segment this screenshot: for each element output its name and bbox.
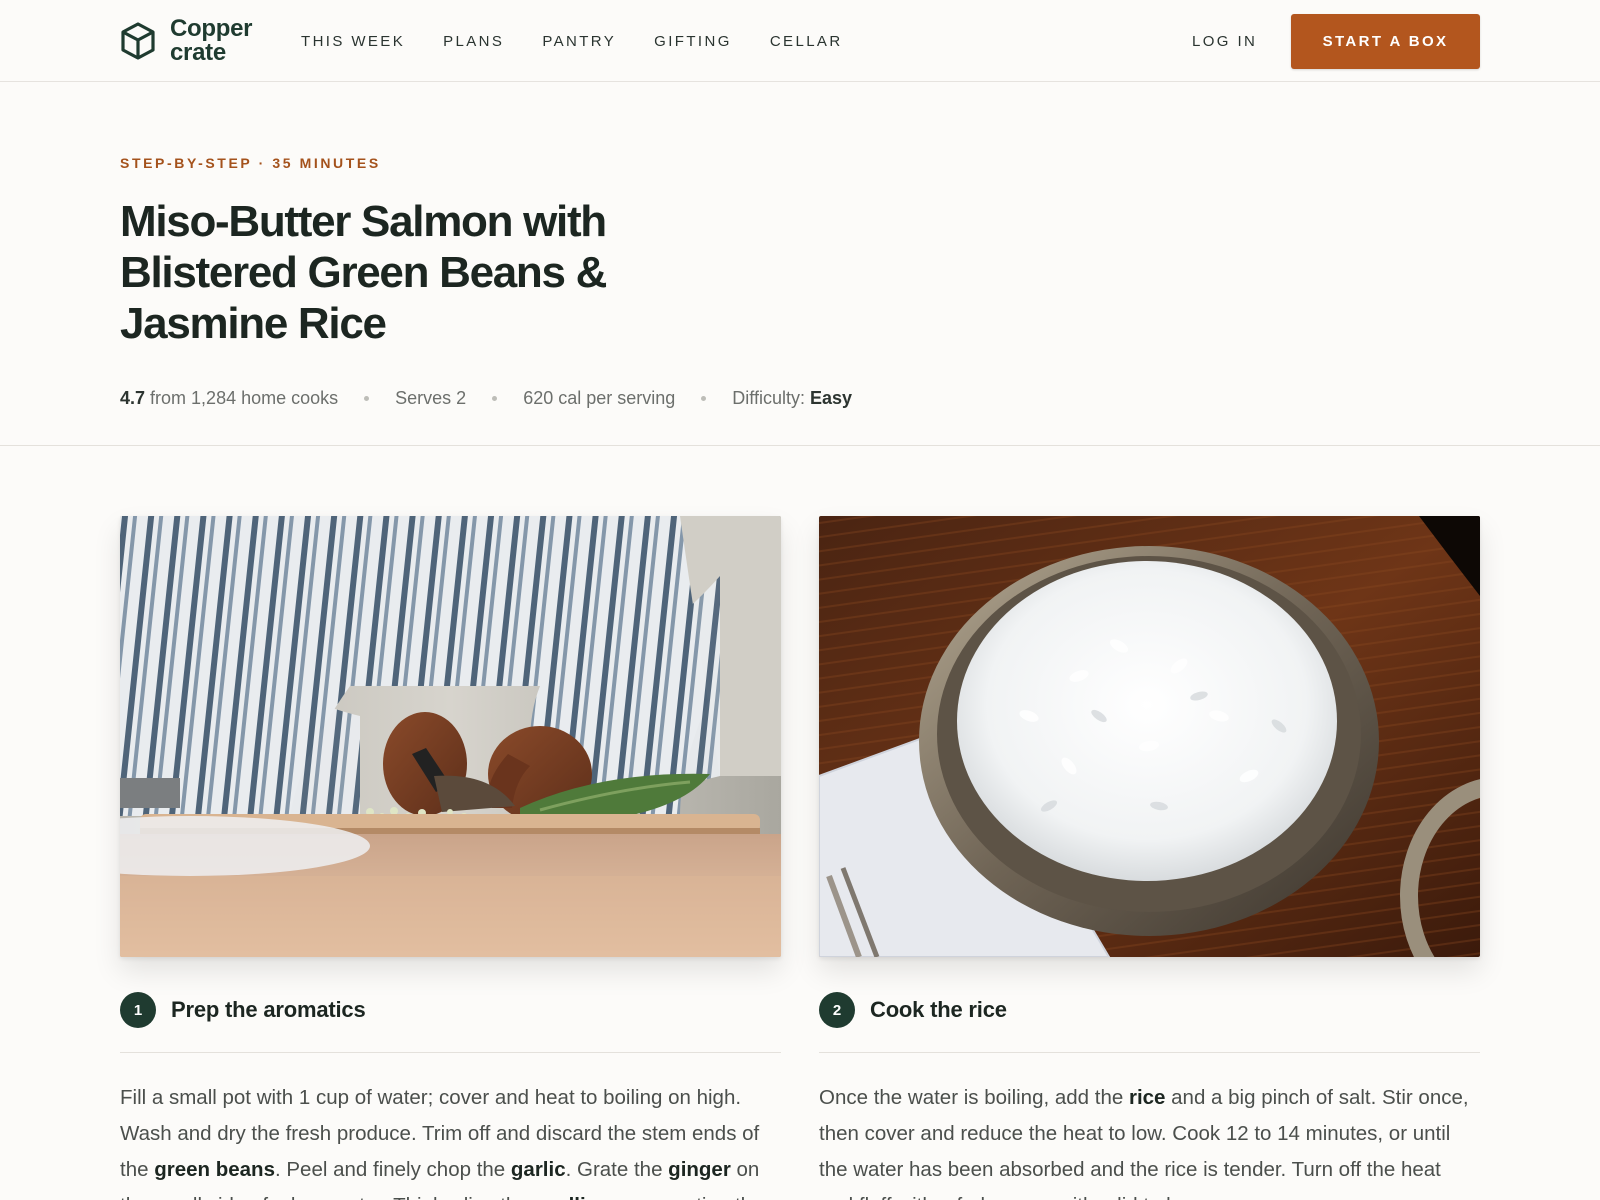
step-instructions: Once the water is boiling, add the rice … (819, 1080, 1480, 1200)
step-number-badge: 2 (819, 992, 855, 1028)
start-a-box-button[interactable]: START A BOX (1291, 14, 1480, 69)
step-instructions: Fill a small pot with 1 cup of water; co… (120, 1080, 781, 1200)
step-header: 2 Cook the rice (819, 992, 1480, 1028)
step-title: Cook the rice (870, 997, 1007, 1022)
meta-separator (492, 395, 498, 401)
recipe-eyebrow: STEP-BY-STEP · 35 MINUTES (120, 155, 381, 171)
brand-logo[interactable]: Copper crate (120, 14, 260, 68)
step-card-2: 2 Cook the rice Once the water is boilin… (819, 516, 1480, 1200)
ingredient-highlight: scallions (534, 1194, 622, 1200)
ingredient-highlight: green beans (154, 1158, 275, 1181)
instruction-text: Once the water is boiling, add the (819, 1086, 1129, 1109)
nav-plans[interactable]: PLANS (443, 33, 504, 50)
step-card-1: 1 Prep the aromatics Fill a small pot wi… (120, 516, 781, 1200)
step-divider (120, 1052, 781, 1053)
nav-gifting[interactable]: GIFTING (654, 33, 732, 50)
difficulty-label: Difficulty: (732, 387, 805, 408)
rating-text: from 1,284 home cooks (150, 387, 339, 408)
rating-value: 4.7 (120, 387, 146, 408)
chopping-greens-image (120, 516, 781, 957)
main-nav: THIS WEEK PLANS PANTRY GIFTING CELLAR (301, 0, 843, 82)
rating: 4.7 from 1,284 home cooks (120, 388, 338, 409)
ingredient-highlight: ginger (668, 1158, 731, 1181)
meta-separator (364, 395, 370, 401)
box-logo-icon (121, 22, 155, 60)
difficulty-value: Easy (810, 387, 853, 408)
ingredient-highlight: garlic (510, 1158, 566, 1181)
meta-separator (701, 395, 707, 401)
nav-this-week[interactable]: THIS WEEK (301, 33, 405, 50)
servings: Serves 2 (395, 387, 467, 408)
site-header: Copper crate THIS WEEK PLANS PANTRY GIFT… (0, 0, 1600, 82)
recipe-title: Miso-Butter Salmon with Blistered Green … (120, 197, 607, 348)
step-title: Prep the aromatics (171, 997, 366, 1022)
nav-cellar[interactable]: CELLAR (770, 33, 843, 50)
step-divider (819, 1052, 1480, 1053)
recipe-meta: 4.7 from 1,284 home cooks Serves 2 620 c… (120, 386, 852, 410)
ingredient-highlight: rice (1128, 1086, 1166, 1109)
brand-name-line2: crate (170, 39, 226, 66)
difficulty: Difficulty: Easy (732, 388, 852, 409)
instruction-text: . Peel and finely chop the (274, 1158, 511, 1181)
calories: 620 cal per serving (523, 387, 676, 408)
step-number-badge: 1 (120, 992, 156, 1028)
login-link[interactable]: LOG IN (1192, 0, 1257, 82)
step-header: 1 Prep the aromatics (120, 992, 781, 1028)
instruction-text: . Grate the (565, 1158, 669, 1181)
section-divider (0, 445, 1600, 446)
brand-name: Copper crate (170, 17, 260, 65)
chopping-greens-photo (120, 516, 781, 957)
rice-bowl-photo (819, 516, 1480, 957)
brand-name-line1: Copper (170, 15, 253, 42)
nav-pantry[interactable]: PANTRY (542, 33, 616, 50)
rice-bowl-image (819, 516, 1480, 957)
